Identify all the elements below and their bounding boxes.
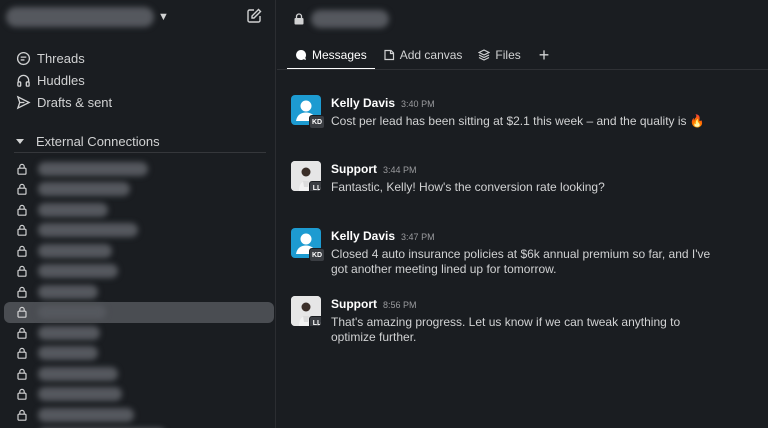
channel-name-redacted [38,243,112,258]
lock-icon [17,245,27,257]
sidebar-item-label: Huddles [37,72,85,88]
send-icon [16,95,31,109]
lock-icon [17,388,27,400]
timestamp[interactable]: 8:56 PM [383,300,417,310]
sidebar-item-threads[interactable]: Threads [16,48,85,68]
avatar[interactable]: KD [291,228,325,262]
threads-icon [16,51,31,65]
sidebar-channel-item[interactable] [0,158,276,179]
files-icon [478,49,491,61]
lock-icon [17,368,27,380]
caret-down-icon [16,139,24,144]
tab-label: Messages [312,48,367,62]
sidebar-channel-item[interactable] [4,301,274,323]
tab-label: Files [495,48,521,62]
lock-icon [17,224,27,236]
workspace-name-redacted [6,7,154,27]
chevron-down-icon: ▼ [158,11,169,23]
sidebar-channel-item[interactable] [0,179,276,200]
add-tab-button[interactable]: + [529,42,560,68]
tab-files[interactable]: Files [470,42,528,68]
message-icon [296,49,307,60]
avatar[interactable]: KD [291,95,325,129]
sidebar-channel-item[interactable] [0,322,276,343]
channel-name-redacted [38,325,100,340]
sidebar-item-label: Drafts & sent [37,94,113,110]
sidebar-item-huddles[interactable]: Huddles [16,70,85,90]
tab-bar: Messages Add canvas Files + [287,42,560,70]
lock-icon [17,286,27,298]
timestamp[interactable]: 3:47 PM [401,232,435,242]
channel-header[interactable] [293,8,389,30]
channel-name-redacted [38,202,108,217]
channel-name-redacted [311,10,389,28]
channel-name-redacted [38,407,134,422]
channel-name-redacted [38,161,148,176]
lock-icon [294,13,304,25]
sidebar-channel-item[interactable] [0,363,276,384]
message-text: Fantastic, Kelly! How's the conversion r… [331,180,605,194]
lock-icon [17,204,27,216]
sidebar-channel-item[interactable] [0,281,276,302]
timestamp[interactable]: 3:44 PM [383,165,417,175]
lock-icon [17,409,27,421]
divider [277,69,768,70]
lock-icon [17,327,27,339]
tab-messages[interactable]: Messages [287,42,375,70]
channel-name-redacted [38,264,118,278]
lock-icon [17,163,27,175]
tab-label: Add canvas [399,48,463,62]
message-text: Closed 4 auto insurance policies at $6k … [331,247,711,276]
channel-name-redacted [38,223,138,237]
channel-name-redacted [38,387,122,401]
sidebar-channel-item[interactable] [0,404,276,425]
lock-icon [17,306,27,318]
channel-name-redacted [38,346,98,360]
avatar-badge: LL [309,316,321,326]
channel-name-redacted [38,182,130,196]
channel-name-redacted [38,284,98,299]
lock-icon [17,265,27,277]
lock-icon [17,347,27,359]
headphones-icon [17,74,30,87]
channel-name-redacted [38,305,106,319]
compose-icon[interactable] [246,8,262,24]
tab-add-canvas[interactable]: Add canvas [375,42,471,68]
avatar[interactable]: LL [291,161,321,191]
lock-icon [17,183,27,195]
channel-name-redacted [38,366,118,381]
sidebar-channel-item[interactable] [0,343,276,364]
sender-name[interactable]: Support [331,162,377,176]
sidebar-item-label: Threads [37,50,85,66]
sidebar: ▼ Threads Huddles Drafts & sent External… [0,0,276,428]
sidebar-channel-item[interactable] [0,425,276,428]
sidebar-channel-item[interactable] [0,384,276,405]
sidebar-channel-item[interactable] [0,199,276,220]
sidebar-channel-item[interactable] [0,220,276,241]
sender-name[interactable]: Kelly Davis [331,96,395,110]
sidebar-channel-item[interactable] [0,240,276,261]
canvas-icon [384,49,394,61]
sender-name[interactable]: Support [331,297,377,311]
avatar-badge: LL [309,181,321,191]
avatar-badge: KD [309,115,325,129]
timestamp[interactable]: 3:40 PM [401,99,435,109]
section-title: External Connections [36,134,160,149]
message-text: That's amazing progress. Let us know if … [331,315,681,344]
sidebar-channel-item[interactable] [0,261,276,282]
sender-name[interactable]: Kelly Davis [331,229,395,243]
avatar-badge: KD [309,248,325,262]
message-text: Cost per lead has been sitting at $2.1 t… [331,114,705,128]
divider [14,152,266,153]
section-external-connections[interactable]: External Connections [16,134,160,149]
sidebar-item-drafts[interactable]: Drafts & sent [16,92,112,112]
avatar[interactable]: LL [291,296,321,326]
workspace-switcher[interactable]: ▼ [6,6,169,28]
main-pane: Messages Add canvas Files + KD Kelly Davi… [277,0,768,428]
